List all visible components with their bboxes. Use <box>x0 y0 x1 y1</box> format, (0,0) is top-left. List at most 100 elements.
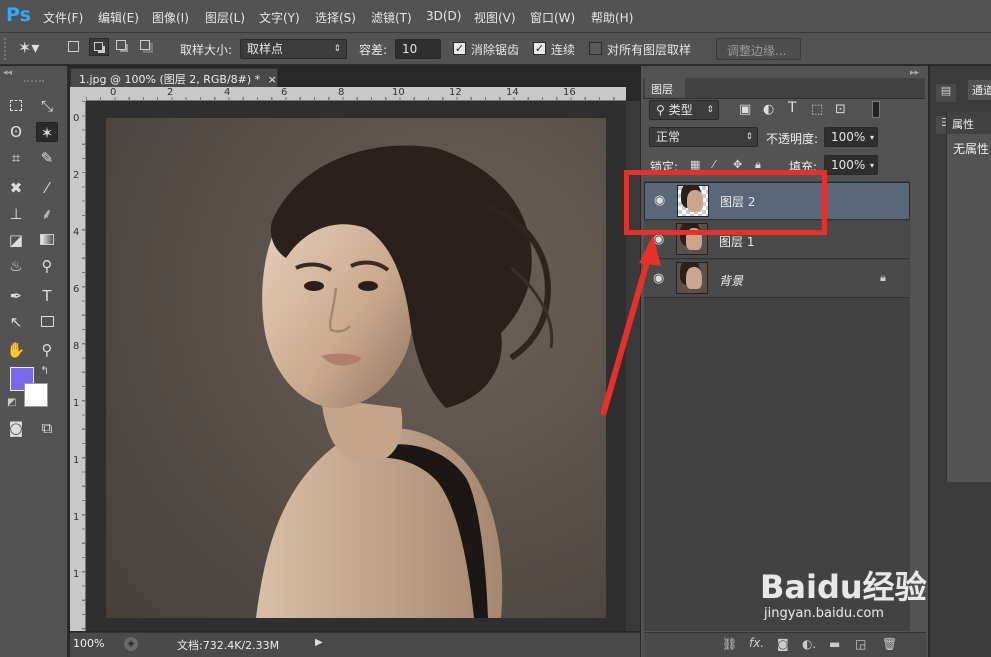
swap-colors-icon[interactable]: ↰ <box>40 364 49 377</box>
new-group-icon[interactable]: ▬ <box>829 637 840 651</box>
collapse-panel-icon[interactable]: ▸▸ <box>910 68 919 78</box>
blend-mode-select[interactable]: 正常 ⇕ <box>649 127 758 147</box>
zoom-tool-icon[interactable]: ⚲ <box>36 340 58 360</box>
menu-3d[interactable]: 3D(D) <box>426 9 461 23</box>
antialias-label: 消除锯齿 <box>471 43 520 57</box>
add-selection-icon[interactable] <box>89 38 109 56</box>
ruler-left-label: 1 <box>73 398 80 409</box>
document-canvas-photo[interactable] <box>106 118 606 618</box>
pen-tool-icon[interactable]: ✒ <box>5 286 27 306</box>
status-info-icon[interactable]: ◈ <box>124 637 138 651</box>
ruler-left-label: 1 <box>73 455 80 466</box>
marquee-tool-icon[interactable] <box>5 96 27 116</box>
filter-pixel-icon[interactable]: ▣ <box>739 102 751 117</box>
lasso-tool-icon[interactable]: ʘ <box>5 122 27 142</box>
magic-wand-tool-icon[interactable]: ✶ <box>36 122 58 142</box>
antialias-checkbox[interactable]: ✓ <box>453 42 466 55</box>
close-icon[interactable]: × <box>268 73 277 86</box>
tolerance-input[interactable]: 10 <box>395 39 441 59</box>
menu-select[interactable]: 选择(S) <box>315 9 356 26</box>
ruler-left-label: 1 <box>73 569 80 580</box>
opacity-input[interactable]: 100% ▾ <box>824 127 878 147</box>
filter-adjustment-icon[interactable]: ◐ <box>763 102 774 117</box>
options-grip[interactable] <box>4 38 12 60</box>
ruler-corner <box>70 87 86 101</box>
menu-edit[interactable]: 编辑(E) <box>98 9 139 26</box>
search-icon: ⚲ <box>656 103 669 117</box>
opacity-label: 不透明度: <box>766 132 819 146</box>
tab-properties[interactable]: 属性 <box>947 112 991 134</box>
document-tab[interactable]: 1.jpg @ 100% (图层 2, RGB/8#) * × <box>70 68 278 88</box>
link-layers-icon[interactable]: ⛓ <box>722 637 737 651</box>
brush-tool-icon[interactable]: ⁄ <box>36 178 58 198</box>
sample-size-select[interactable]: 取样点 ⇕ <box>240 39 347 59</box>
zoom-level[interactable]: 100% <box>73 637 104 650</box>
ruler-top-label: 0 <box>110 87 117 98</box>
chevron-updown-icon: ⇕ <box>333 44 341 54</box>
channels-panel-icon[interactable]: ▤ <box>936 84 956 102</box>
dodge-tool-icon[interactable]: ⚲ <box>36 256 58 276</box>
path-selection-tool-icon[interactable]: ↖ <box>5 312 27 332</box>
menu-image[interactable]: 图像(I) <box>152 9 189 26</box>
new-layer-icon[interactable]: ◲ <box>855 637 866 651</box>
ruler-horizontal[interactable]: 0 2 4 6 8 10 12 14 16 <box>86 87 626 101</box>
menu-filter[interactable]: 滤镜(T) <box>371 9 412 26</box>
filter-type-icon[interactable]: T <box>788 100 797 116</box>
layer-name[interactable]: 图层 1 <box>719 233 754 250</box>
layer-row[interactable]: ◉ 背景 🔒︎ <box>644 260 910 298</box>
quick-mask-icon[interactable]: ◙ <box>5 418 27 438</box>
menu-window[interactable]: 窗口(W) <box>530 9 575 26</box>
menu-type[interactable]: 文字(Y) <box>259 9 300 26</box>
ruler-vertical[interactable]: 0 2 4 6 8 1 1 1 1 <box>70 101 86 631</box>
subtract-selection-icon[interactable] <box>116 40 126 50</box>
gradient-tool-icon[interactable] <box>36 230 58 250</box>
fx-icon[interactable]: fx. <box>749 636 764 650</box>
filter-toggle[interactable] <box>872 101 880 118</box>
tab-layers[interactable]: 图层 <box>645 78 685 98</box>
default-colors-icon[interactable]: ◩ <box>7 397 16 408</box>
contiguous-checkbox[interactable]: ✓ <box>533 42 546 55</box>
menu-layer[interactable]: 图层(L) <box>205 9 245 26</box>
all-layers-checkbox[interactable] <box>589 42 602 55</box>
crop-tool-icon[interactable]: ⌗ <box>5 148 27 168</box>
baidu-watermark: Baidu经验 jingyan.baidu.com <box>760 568 970 638</box>
filter-smart-object-icon[interactable]: ⊡ <box>835 102 846 117</box>
filter-shape-icon[interactable]: ⬚ <box>811 102 823 117</box>
delete-layer-icon[interactable]: 🗑︎ <box>882 637 897 651</box>
status-bar: 100% ◈ 文档:732.4K/2.33M ▶ <box>70 632 640 657</box>
status-menu-arrow-icon[interactable]: ▶ <box>315 637 323 648</box>
background-color-swatch[interactable] <box>24 383 48 407</box>
add-mask-icon[interactable]: ◙ <box>777 637 789 651</box>
clone-stamp-tool-icon[interactable]: ⊥ <box>5 204 27 224</box>
move-tool-icon[interactable]: ⤡ <box>36 96 58 116</box>
refine-edge-button[interactable]: 调整边缘... <box>716 38 801 60</box>
menu-help[interactable]: 帮助(H) <box>591 9 633 26</box>
collapse-icon[interactable]: ◂◂ <box>3 68 12 78</box>
blur-tool-icon[interactable]: ♨ <box>5 256 27 276</box>
layer-filter-select[interactable]: ⚲ 类型 ⇕ <box>649 100 719 120</box>
all-layers-label: 对所有图层取样 <box>607 43 692 57</box>
screen-mode-icon[interactable]: ⧉ <box>36 418 58 438</box>
menu-bar: Ps 文件(F) 编辑(E) 图像(I) 图层(L) 文字(Y) 选择(S) 滤… <box>0 0 991 33</box>
rectangle-tool-icon[interactable] <box>36 312 58 332</box>
layer-name[interactable]: 背景 <box>719 272 743 289</box>
toolbox-grip[interactable] <box>24 80 44 84</box>
eraser-tool-icon[interactable]: ◪ <box>5 230 27 250</box>
hand-tool-icon[interactable]: ✋ <box>5 340 27 360</box>
adjustment-layer-icon[interactable]: ◐. <box>802 637 816 651</box>
healing-brush-tool-icon[interactable]: ✖ <box>5 178 27 198</box>
eyedropper-tool-icon[interactable]: ✎ <box>36 148 58 168</box>
new-selection-icon[interactable] <box>68 41 79 52</box>
history-brush-tool-icon[interactable]: ⸙ <box>36 204 58 224</box>
ruler-top-label: 2 <box>167 87 174 98</box>
ruler-left-label: 4 <box>73 227 80 238</box>
tab-channels[interactable]: 通道 <box>968 80 991 100</box>
intersect-selection-icon[interactable] <box>140 40 150 50</box>
fill-input[interactable]: 100% ▾ <box>824 155 878 175</box>
annotation-arrow <box>600 235 661 416</box>
ruler-left-label: 2 <box>73 170 80 181</box>
menu-view[interactable]: 视图(V) <box>474 9 516 26</box>
type-tool-icon[interactable]: T <box>36 286 58 306</box>
menu-file[interactable]: 文件(F) <box>43 9 83 26</box>
magic-wand-preset-icon[interactable]: ✶▾ <box>18 38 39 57</box>
